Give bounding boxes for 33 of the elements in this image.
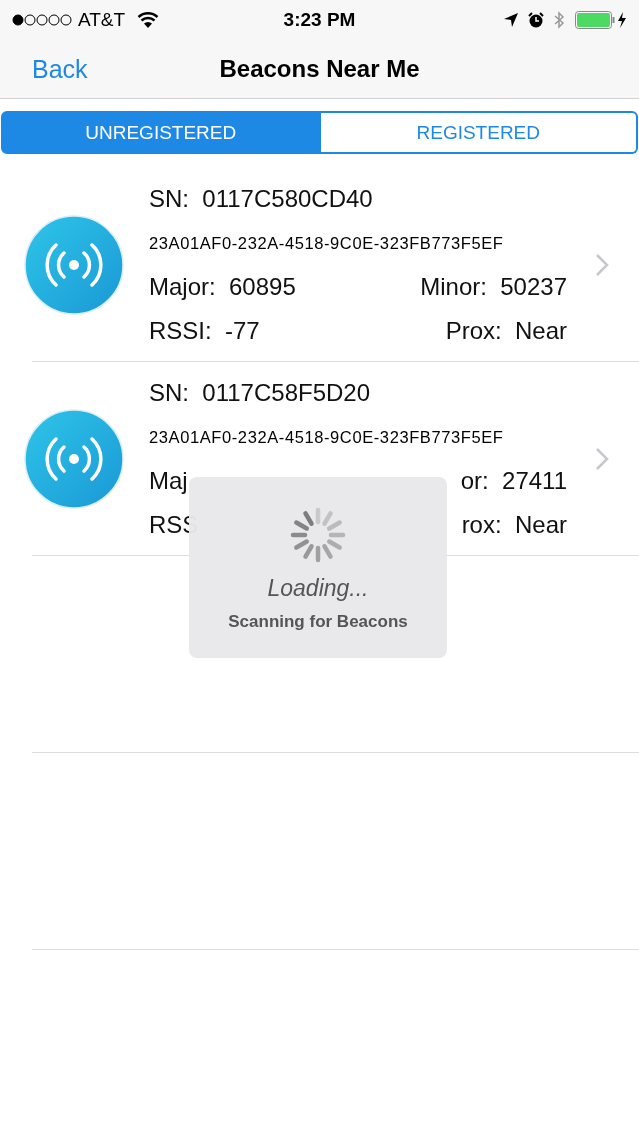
segment-tab[interactable]: UNREGISTERED <box>1 111 321 154</box>
beacon-row[interactable]: SN: 0117C580CD40 23A01AF0-232A-4518-9C0E-323FB773F5EF Major: 60895 Minor: 50237 RSSI: -77 Prox: Near <box>0 168 639 362</box>
serial-number: SN: 0117C580CD40 <box>149 185 373 213</box>
bluetooth-icon <box>554 11 565 29</box>
beacon-uuid: 23A01AF0-232A-4518-9C0E-323FB773F5EF <box>149 427 504 447</box>
serial-number: SN: 0117C58F5D20 <box>149 379 370 407</box>
clock-time: 3:23 PM <box>283 9 356 31</box>
rssi-value: RSSI: -77 <box>149 317 260 345</box>
beacon-uuid: 23A01AF0-232A-4518-9C0E-323FB773F5EF <box>149 233 504 253</box>
proximity-value: rox: Near <box>461 511 567 539</box>
rssi-value: RSS <box>149 511 199 539</box>
minor-value: Minor: 50237 <box>420 273 567 301</box>
chevron-icon <box>595 447 609 471</box>
carrier-name: AT&T <box>78 9 126 31</box>
location-icon <box>504 13 518 27</box>
major-value: Major: 60895 <box>149 273 296 301</box>
beacon-icon <box>24 409 124 509</box>
alarm-icon <box>528 12 544 28</box>
minor-value: or: 27411 <box>460 467 567 495</box>
screen-title: Beacons Near Me <box>219 55 420 83</box>
beacon-icon <box>24 215 124 315</box>
chevron-icon <box>595 253 609 277</box>
loading-title: Loading... <box>267 575 369 602</box>
spinner-icon <box>290 507 346 563</box>
proximity-value: Prox: Near <box>445 317 567 345</box>
back-button[interactable]: Back <box>32 54 88 84</box>
beacon-row[interactable]: SN: 0117C58F5D20 23A01AF0-232A-4518-9C0E-323FB773F5EF Maj or: 27411 RSS rox: Near <box>0 362 639 556</box>
signal-icon <box>12 14 72 26</box>
battery-icon <box>575 11 627 29</box>
wifi-icon <box>137 12 160 28</box>
major-value: Maj <box>149 467 188 495</box>
loading-message: Scanning for Beacons <box>228 612 408 632</box>
segment-tab[interactable]: REGISTERED <box>320 111 638 154</box>
